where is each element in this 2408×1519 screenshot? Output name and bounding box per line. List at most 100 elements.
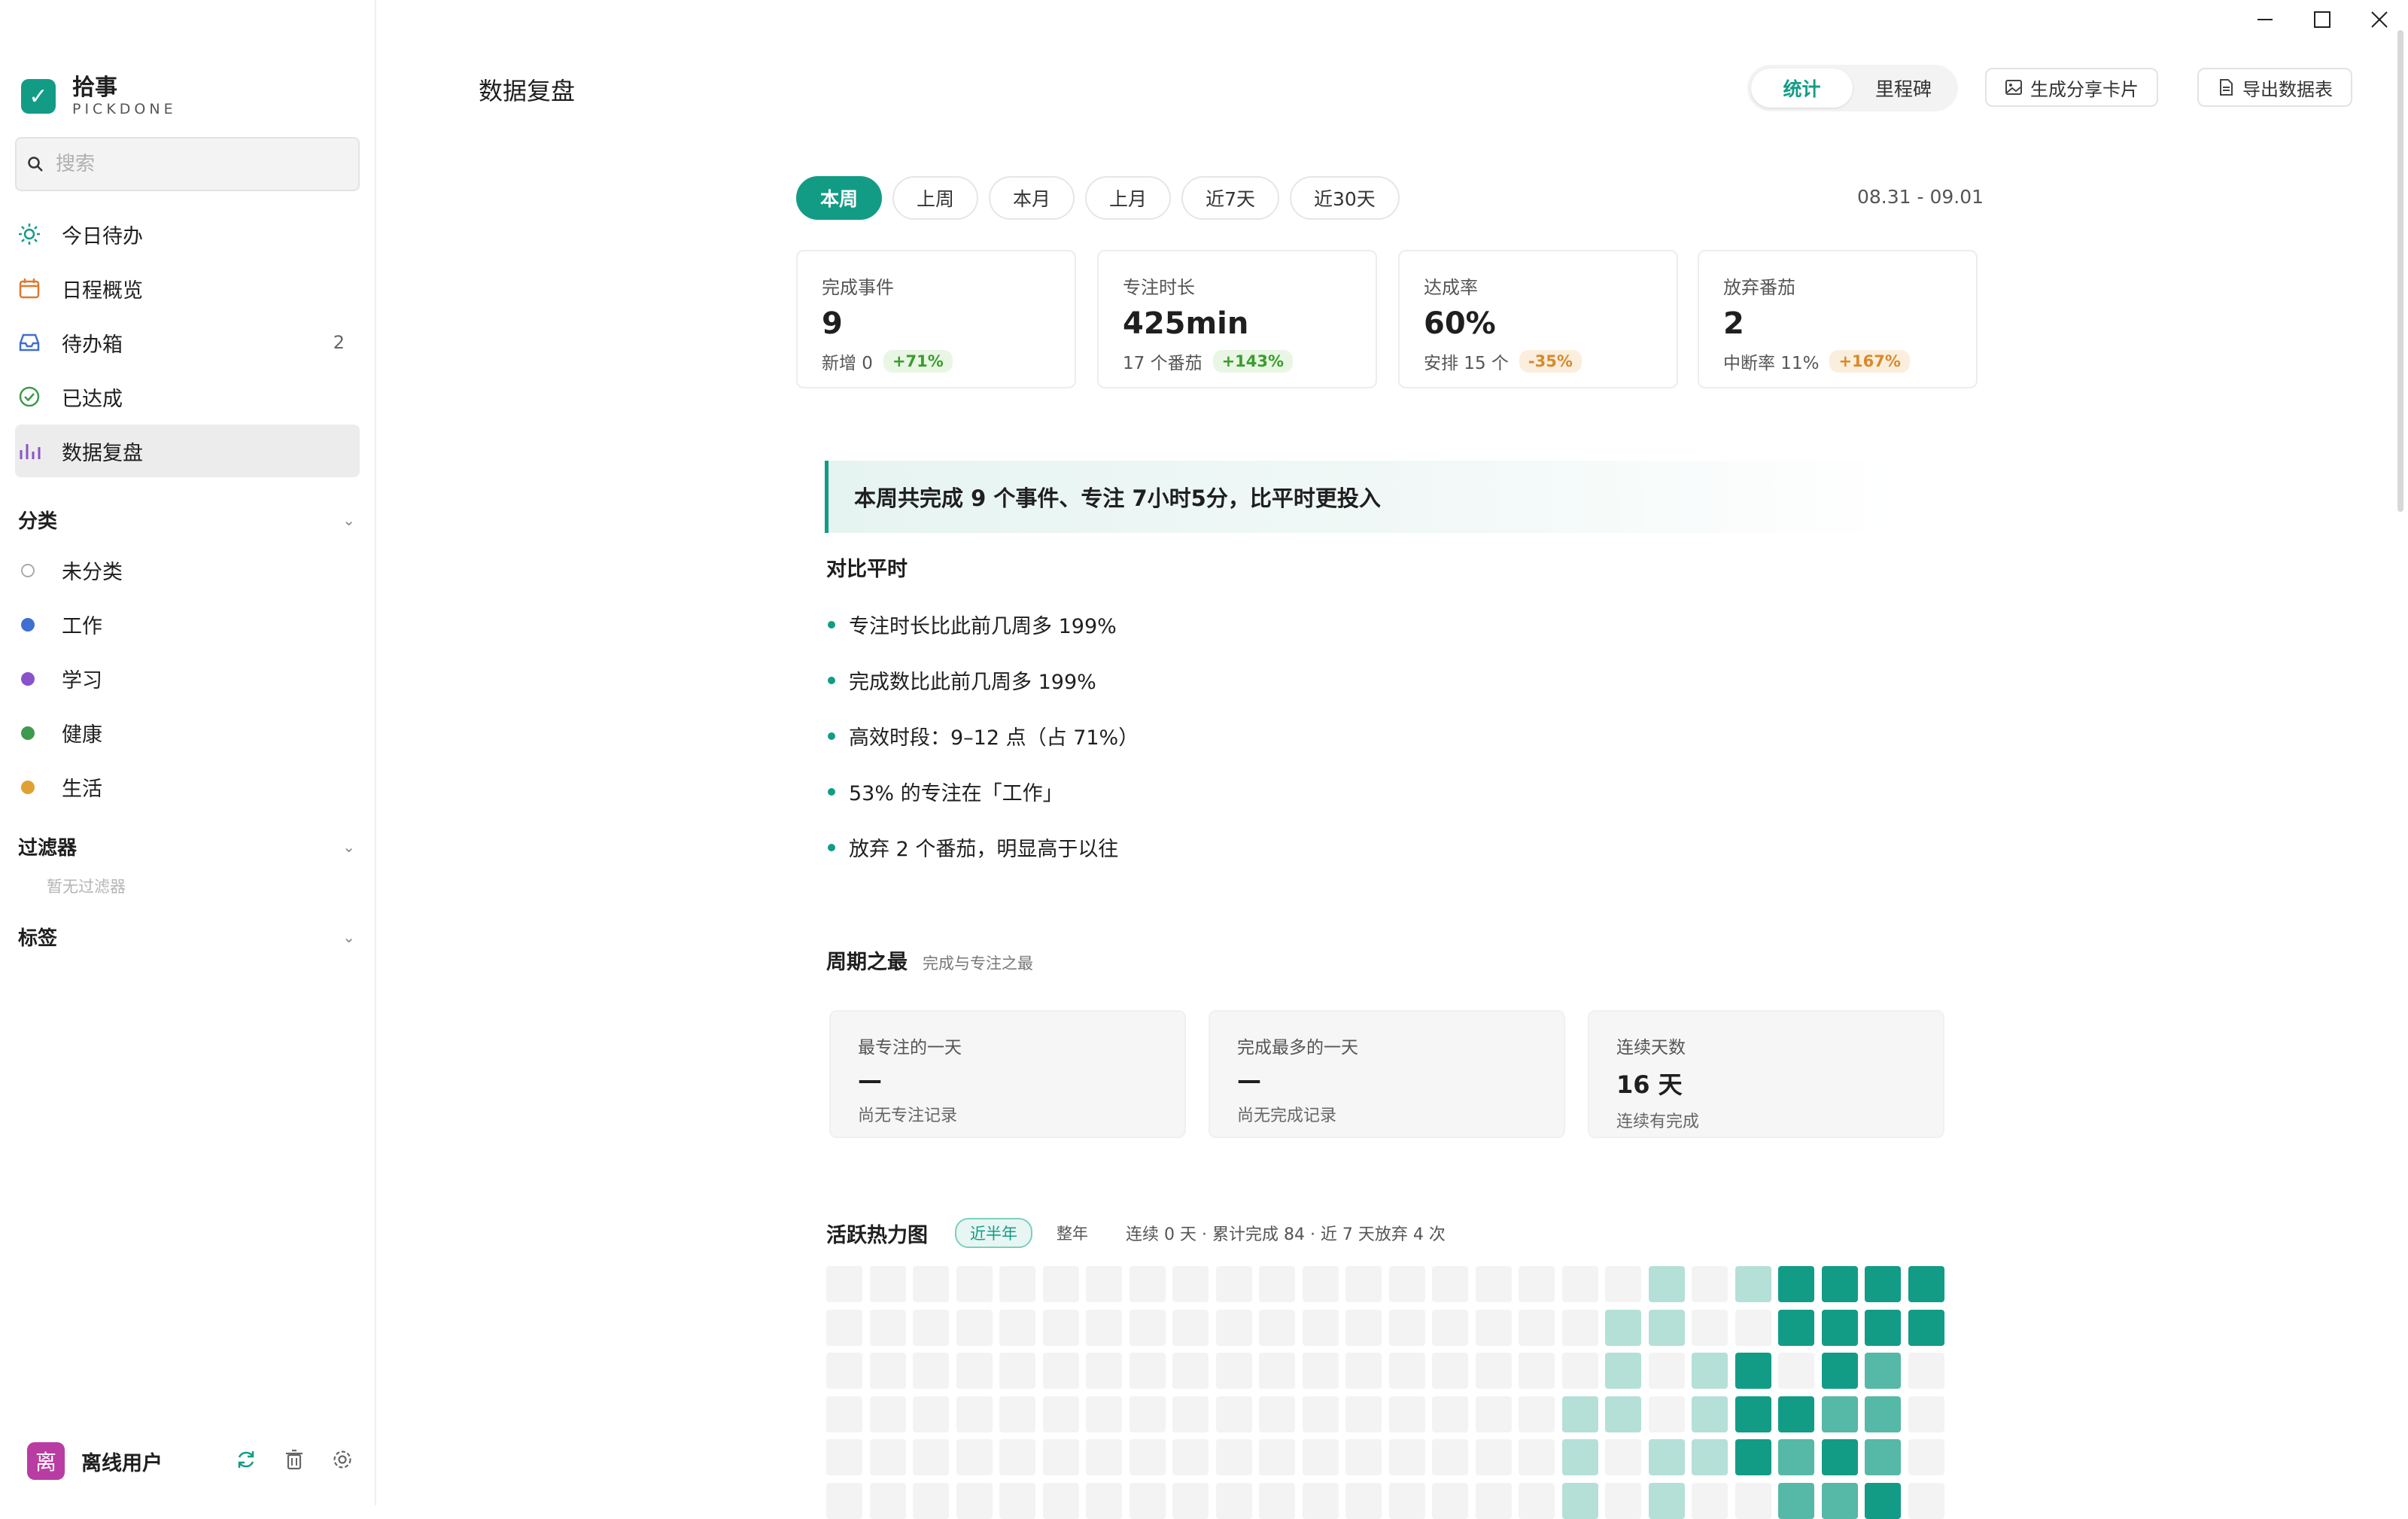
heatmap-cell[interactable] [1605, 1266, 1641, 1302]
heatmap-cell[interactable] [1388, 1353, 1425, 1389]
nav-inbox[interactable]: 待办箱 2 [15, 316, 360, 369]
heatmap-cell[interactable] [999, 1439, 1035, 1475]
heatmap-cell[interactable] [1432, 1353, 1468, 1389]
heatmap-cell[interactable] [1865, 1309, 1901, 1346]
heatmap-cell[interactable] [1561, 1309, 1598, 1346]
heatmap-cell[interactable] [913, 1439, 949, 1475]
chip-full-year[interactable]: 整年 [1043, 1219, 1102, 1247]
nav-schedule[interactable]: 日程概览 [15, 262, 360, 315]
heatmap-cell[interactable] [1345, 1396, 1382, 1432]
heatmap-cell[interactable] [1129, 1266, 1166, 1302]
heatmap-cell[interactable] [1561, 1439, 1598, 1475]
heatmap-cell[interactable] [1172, 1266, 1209, 1302]
heatmap-cell[interactable] [1519, 1266, 1555, 1302]
heatmap-cell[interactable] [999, 1353, 1035, 1389]
heatmap-cell[interactable] [956, 1266, 993, 1302]
heatmap-cell[interactable] [1086, 1353, 1122, 1389]
heatmap-cell[interactable] [1692, 1309, 1728, 1346]
heatmap-cell[interactable] [1302, 1353, 1339, 1389]
heatmap-cell[interactable] [1821, 1396, 1858, 1432]
heatmap-cell[interactable] [1388, 1482, 1425, 1519]
heatmap-cell[interactable] [999, 1266, 1035, 1302]
heatmap-cell[interactable] [1042, 1482, 1079, 1519]
heatmap-cell[interactable] [1215, 1309, 1252, 1346]
heatmap-cell[interactable] [1215, 1353, 1252, 1389]
heatmap-cell[interactable] [1821, 1266, 1858, 1302]
tags-section-header[interactable]: 标签 ⌄ [18, 923, 355, 951]
heatmap-cell[interactable] [1778, 1266, 1814, 1302]
heatmap-cell[interactable] [1042, 1396, 1079, 1432]
heatmap-cell[interactable] [1778, 1309, 1814, 1346]
heatmap-cell[interactable] [1778, 1396, 1814, 1432]
heatmap-cell[interactable] [1865, 1482, 1901, 1519]
chip-half-year[interactable]: 近半年 [955, 1218, 1032, 1248]
heatmap-cell[interactable] [1345, 1482, 1382, 1519]
trash-button[interactable] [283, 1448, 306, 1474]
heatmap-cell[interactable] [1519, 1396, 1555, 1432]
heatmap-cell[interactable] [1519, 1309, 1555, 1346]
search-input[interactable] [54, 152, 351, 176]
heatmap-cell[interactable] [1475, 1482, 1512, 1519]
heatmap-cell[interactable] [1086, 1396, 1122, 1432]
heatmap-cell[interactable] [1086, 1482, 1122, 1519]
heatmap-cell[interactable] [1215, 1439, 1252, 1475]
heatmap-cell[interactable] [869, 1396, 906, 1432]
heatmap-cell[interactable] [1778, 1439, 1814, 1475]
heatmap-cell[interactable] [956, 1396, 993, 1432]
heatmap-cell[interactable] [1475, 1439, 1512, 1475]
category-uncategorized[interactable]: 未分类 [18, 556, 123, 585]
heatmap-cell[interactable] [1042, 1353, 1079, 1389]
heatmap-cell[interactable] [999, 1482, 1035, 1519]
heatmap-cell[interactable] [1865, 1353, 1901, 1389]
categories-section-header[interactable]: 分类 ⌄ [18, 506, 355, 534]
filters-section-header[interactable]: 过滤器 ⌄ [18, 833, 355, 860]
nav-data-review[interactable]: 数据复盘 [15, 425, 360, 477]
heatmap-cell[interactable] [1129, 1439, 1166, 1475]
heatmap-cell[interactable] [1865, 1396, 1901, 1432]
period-last-7-days[interactable]: 近7天 [1181, 176, 1279, 220]
heatmap-cell[interactable] [1648, 1353, 1685, 1389]
heatmap-cell[interactable] [1432, 1266, 1468, 1302]
heatmap-cell[interactable] [1302, 1396, 1339, 1432]
period-last-week[interactable]: 上周 [892, 176, 979, 220]
heatmap-cell[interactable] [1302, 1439, 1339, 1475]
heatmap-cell[interactable] [1475, 1353, 1512, 1389]
heatmap-cell[interactable] [1561, 1266, 1598, 1302]
heatmap-cell[interactable] [1129, 1396, 1166, 1432]
heatmap-cell[interactable] [826, 1482, 862, 1519]
heatmap-cell[interactable] [1908, 1482, 1944, 1519]
heatmap-cell[interactable] [826, 1353, 862, 1389]
heatmap-cell[interactable] [1086, 1309, 1122, 1346]
heatmap-cell[interactable] [1648, 1266, 1685, 1302]
heatmap-cell[interactable] [999, 1396, 1035, 1432]
heatmap-cell[interactable] [1648, 1439, 1685, 1475]
heatmap-cell[interactable] [1735, 1482, 1771, 1519]
heatmap-cell[interactable] [1561, 1482, 1598, 1519]
heatmap-cell[interactable] [1821, 1439, 1858, 1475]
heatmap-cell[interactable] [1648, 1309, 1685, 1346]
heatmap-cell[interactable] [1388, 1396, 1425, 1432]
period-last-month[interactable]: 上月 [1085, 176, 1172, 220]
heatmap-cell[interactable] [956, 1482, 993, 1519]
heatmap-cell[interactable] [1605, 1439, 1641, 1475]
heatmap-cell[interactable] [1648, 1396, 1685, 1432]
heatmap-cell[interactable] [999, 1309, 1035, 1346]
heatmap-cell[interactable] [1129, 1353, 1166, 1389]
heatmap-cell[interactable] [956, 1309, 993, 1346]
heatmap-cell[interactable] [1042, 1266, 1079, 1302]
heatmap-cell[interactable] [956, 1439, 993, 1475]
heatmap-cell[interactable] [1432, 1482, 1468, 1519]
heatmap-cell[interactable] [869, 1266, 906, 1302]
heatmap-cell[interactable] [1561, 1353, 1598, 1389]
share-card-button[interactable]: 生成分享卡片 [1985, 68, 2158, 107]
heatmap-cell[interactable] [1865, 1266, 1901, 1302]
heatmap-cell[interactable] [826, 1396, 862, 1432]
heatmap-cell[interactable] [1692, 1353, 1728, 1389]
heatmap-cell[interactable] [1172, 1482, 1209, 1519]
heatmap-cell[interactable] [1215, 1266, 1252, 1302]
heatmap-cell[interactable] [826, 1439, 862, 1475]
heatmap-cell[interactable] [1259, 1439, 1295, 1475]
heatmap-cell[interactable] [869, 1482, 906, 1519]
heatmap-cell[interactable] [1908, 1439, 1944, 1475]
heatmap-cell[interactable] [1648, 1482, 1685, 1519]
